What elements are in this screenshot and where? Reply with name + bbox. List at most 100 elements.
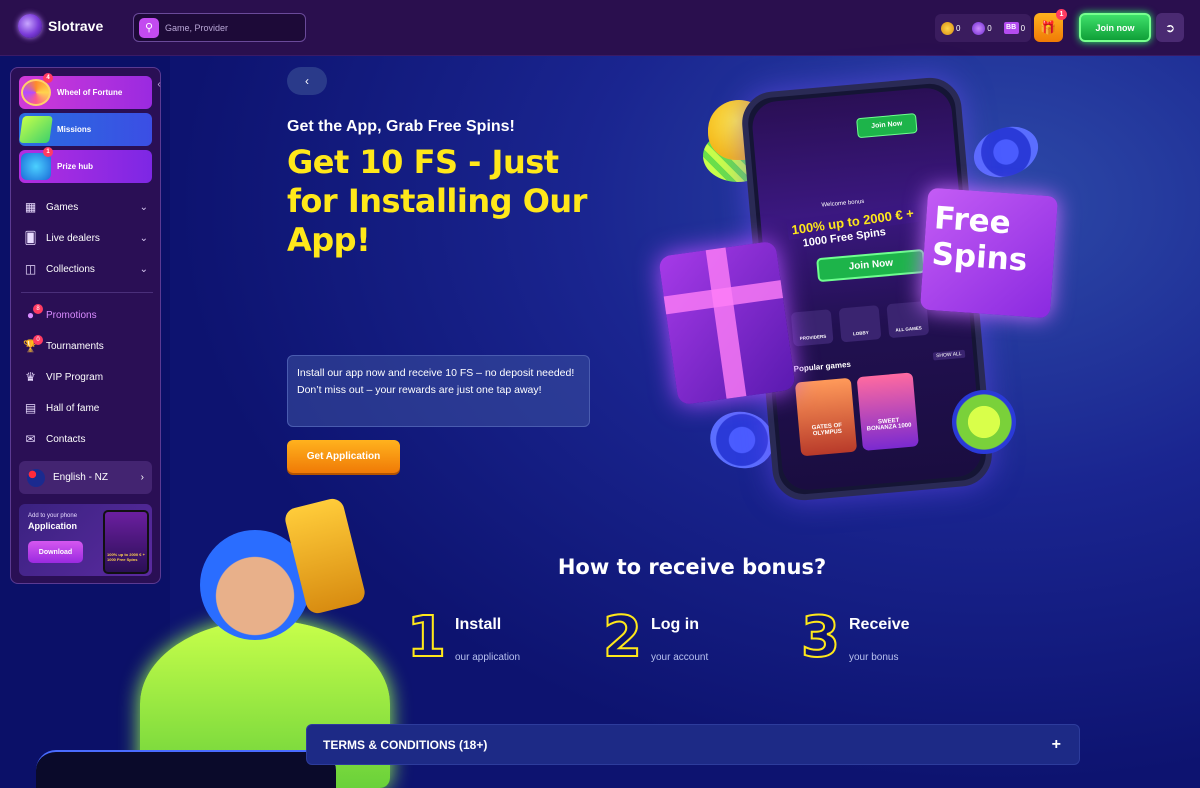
gold-balance-value: 0 xyxy=(955,23,961,33)
download-button[interactable]: Download xyxy=(28,541,83,563)
step-subtitle: your account xyxy=(651,652,709,663)
step-number: 2 xyxy=(602,605,643,670)
sidebar-item-collections[interactable]: ◫ Collections ⌄ xyxy=(23,259,148,279)
free-spins-card: Free Spins xyxy=(919,187,1059,319)
get-application-button[interactable]: Get Application xyxy=(287,440,400,473)
chevron-left-icon: ‹ xyxy=(305,74,309,88)
language-selector[interactable]: English - NZ › xyxy=(19,461,152,494)
login-button[interactable]: ➲ xyxy=(1156,13,1184,42)
gift-badge: 1 xyxy=(1056,9,1067,20)
phone-games: GATES OF OLYMPUS SWEET BONANZA 1000 xyxy=(794,372,919,457)
sidebar: 4 Wheel of Fortune Missions 1 Prize hub … xyxy=(10,67,161,584)
purple-balance-value: 0 xyxy=(987,23,992,33)
bb-balance: BB 0 xyxy=(1003,22,1026,34)
search-box[interactable]: ⚲ xyxy=(133,13,306,42)
sidebar-divider xyxy=(21,292,153,293)
chevron-right-icon: › xyxy=(140,472,144,483)
prize-icon xyxy=(21,153,51,180)
sidebar-item-hall-of-fame[interactable]: ▤ Hall of fame xyxy=(23,398,148,418)
step-title: Receive xyxy=(849,616,910,633)
step-number: 3 xyxy=(800,605,841,670)
prize-badge: 1 xyxy=(43,147,53,157)
terms-accordion[interactable]: TERMS & CONDITIONS (18+) + xyxy=(306,724,1080,765)
join-now-button[interactable]: Join now xyxy=(1079,13,1151,42)
sidebar-item-label: Wheel of Fortune xyxy=(57,88,123,97)
purple-balance: 0 xyxy=(972,21,992,35)
step-subtitle: your bonus xyxy=(849,652,899,663)
gold-balance: 0 xyxy=(940,21,961,35)
info-line-1: Install our app now and receive 10 FS – … xyxy=(297,367,575,379)
sidebar-collapse-button[interactable]: ‹ xyxy=(152,76,166,92)
how-to-title: How to receive bonus? xyxy=(557,555,827,579)
info-box: Install our app now and receive 10 FS – … xyxy=(287,355,590,427)
contacts-icon: ✉ xyxy=(25,432,36,446)
gift-button[interactable]: 🎁 1 xyxy=(1034,9,1067,42)
sidebar-item-contacts[interactable]: ✉ Contacts xyxy=(23,429,148,449)
terms-label: TERMS & CONDITIONS (18+) xyxy=(323,737,488,752)
tournaments-badge: 0 xyxy=(33,335,43,345)
step-subtitle: our application xyxy=(455,652,521,663)
hero-title: Get 10 FS - Just for Installing Our App! xyxy=(287,143,587,259)
app-banner-title: Application xyxy=(28,521,77,531)
sidebar-item-live-dealers[interactable]: 🂠 Live dealers ⌄ xyxy=(23,228,148,248)
language-label: English - NZ xyxy=(53,472,109,483)
alien-token-image xyxy=(952,390,1016,454)
site-logo[interactable]: Slotrave xyxy=(18,14,103,38)
info-line-2: Don’t miss out – your rewards are just o… xyxy=(297,384,542,396)
sidebar-item-label: Games xyxy=(46,201,79,213)
wheel-icon xyxy=(21,79,51,106)
phone-game-tile: SWEET BONANZA 1000 xyxy=(856,372,919,451)
sidebar-item-label: Prize hub xyxy=(57,162,94,171)
logo-text: Slotrave xyxy=(48,18,104,34)
phone-join-button: Join Now xyxy=(856,113,918,139)
phone-join-button-large: Join Now xyxy=(816,248,926,283)
sidebar-item-label: VIP Program xyxy=(46,371,104,383)
nz-flag-icon xyxy=(27,468,45,487)
sidebar-item-prize-hub[interactable]: 1 Prize hub xyxy=(19,147,152,183)
sidebar-item-tournaments[interactable]: 🏆 0 Tournaments xyxy=(23,335,148,356)
missions-icon xyxy=(19,116,53,143)
phone-nav: PROVIDERS LOBBY ALL GAMES xyxy=(790,300,930,347)
chevron-down-icon: ⌄ xyxy=(139,201,148,213)
app-banner-small-text: Add to your phone xyxy=(28,513,78,519)
podium-icon: ▤ xyxy=(24,401,37,415)
hero-subtitle: Get the App, Grab Free Spins! xyxy=(287,118,515,135)
sidebar-item-promotions[interactable]: ● 8 Promotions xyxy=(23,304,148,325)
plus-icon[interactable]: + xyxy=(1052,736,1061,754)
promotions-icon: ● 8 xyxy=(23,304,43,322)
sidebar-item-vip-program[interactable]: ♛ VIP Program xyxy=(23,367,148,387)
step-title: Log in xyxy=(651,616,699,633)
step-title: Install xyxy=(455,616,502,633)
dj-deck-image xyxy=(36,750,336,788)
phone-nav-item: PROVIDERS xyxy=(790,309,834,347)
gift-icon: 🎁 xyxy=(1040,19,1057,35)
sidebar-item-label: Missions xyxy=(57,125,92,134)
sidebar-item-games[interactable]: ▦ Games ⌄ xyxy=(23,197,148,217)
search-input[interactable] xyxy=(165,22,295,33)
chevron-down-icon: ⌄ xyxy=(139,263,148,275)
sidebar-item-label: Live dealers xyxy=(46,232,100,244)
login-icon: ➲ xyxy=(1164,20,1176,35)
cards-icon: 🂠 xyxy=(24,231,37,245)
chevron-down-icon: ⌄ xyxy=(139,232,148,244)
gold-coin-icon xyxy=(940,21,954,35)
promotions-badge: 8 xyxy=(33,304,43,314)
sidebar-item-label: Promotions xyxy=(46,309,97,321)
phone-popular-title: Popular games xyxy=(793,359,852,374)
search-icon[interactable]: ⚲ xyxy=(139,17,159,38)
sidebar-item-missions[interactable]: Missions xyxy=(19,113,152,146)
collection-icon: ◫ xyxy=(24,262,37,276)
sidebar-item-wheel-of-fortune[interactable]: 4 Wheel of Fortune xyxy=(19,73,152,109)
games-icon: ▦ xyxy=(24,200,37,214)
balance-group[interactable]: 0 0 BB 0 xyxy=(935,14,1031,42)
sidebar-item-label: Hall of fame xyxy=(46,402,100,414)
purple-coin-icon xyxy=(972,21,986,35)
gift-box-image xyxy=(658,240,796,406)
sidebar-item-label: Tournaments xyxy=(46,340,104,352)
top-header: Slotrave ⚲ 0 0 BB 0 🎁 1 Join now ➲ xyxy=(0,0,1200,56)
bb-balance-value: 0 xyxy=(1020,23,1026,33)
back-button[interactable]: ‹ xyxy=(287,67,327,95)
crown-icon: ♛ xyxy=(25,370,36,384)
bb-icon: BB xyxy=(1003,22,1019,34)
phone-welcome-text: Welcome bonus xyxy=(821,198,865,209)
